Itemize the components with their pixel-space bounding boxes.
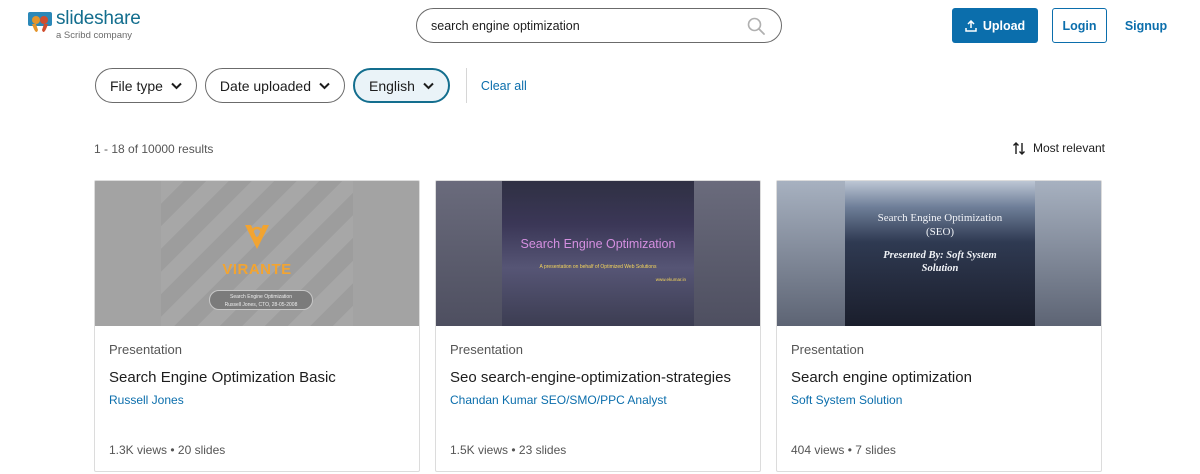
sort-control[interactable]: Most relevant: [1012, 141, 1105, 155]
card-thumbnail[interactable]: Search Engine Optimization (SEO) Present…: [777, 181, 1101, 326]
clear-all-link[interactable]: Clear all: [481, 79, 527, 93]
result-card[interactable]: VIRANTE Search Engine Optimization Russe…: [94, 180, 420, 472]
results-grid: VIRANTE Search Engine Optimization Russe…: [94, 180, 1102, 472]
thumb-title: Search Engine Optimization: [520, 237, 676, 251]
brand-tagline: a Scribd company: [56, 30, 133, 41]
thumb-url: www.ekumar.in: [655, 277, 686, 282]
virante-logo-icon: [245, 225, 269, 249]
card-type: Presentation: [109, 342, 182, 357]
card-thumbnail[interactable]: VIRANTE Search Engine Optimization Russe…: [95, 181, 419, 326]
upload-label: Upload: [982, 18, 1026, 33]
card-title[interactable]: Seo search-engine-optimization-strategie…: [450, 369, 746, 387]
thumb-title: Search Engine Optimization (SEO): [877, 212, 1003, 238]
result-card[interactable]: Search Engine Optimization A presentatio…: [435, 180, 761, 472]
filter-language[interactable]: English: [353, 68, 450, 103]
filter-bar: File type Date uploaded English Clear al…: [95, 68, 527, 103]
card-title[interactable]: Search engine optimization: [791, 369, 1087, 387]
thumb-subtitle: Presented By: Soft System Solution: [883, 250, 997, 274]
filter-file-type-label: File type: [110, 77, 163, 94]
card-title[interactable]: Search Engine Optimization Basic: [109, 369, 405, 387]
chevron-down-icon: [319, 82, 330, 89]
filter-file-type[interactable]: File type: [95, 68, 197, 103]
sort-icon: [1012, 141, 1025, 155]
slideshare-logo-icon: [28, 10, 52, 38]
card-type: Presentation: [450, 342, 523, 357]
chevron-down-icon: [171, 82, 182, 89]
card-author[interactable]: Soft System Solution: [791, 393, 1087, 407]
result-card[interactable]: Search Engine Optimization (SEO) Present…: [776, 180, 1102, 472]
signup-button[interactable]: Signup: [1118, 8, 1174, 43]
filter-language-label: English: [369, 77, 415, 94]
card-meta: 1.5K views • 23 slides: [450, 443, 567, 457]
login-button[interactable]: Login: [1052, 8, 1107, 43]
filter-date-uploaded[interactable]: Date uploaded: [204, 68, 345, 103]
search-input[interactable]: [431, 17, 731, 35]
results-count: 1 - 18 of 10000 results: [94, 142, 214, 156]
thumb-subtitle: A presentation on behalf of Optimized We…: [539, 264, 657, 270]
filter-date-uploaded-label: Date uploaded: [219, 77, 311, 94]
filter-divider: [465, 68, 467, 103]
thumb-caption: Search Engine Optimization Russell Jones…: [209, 290, 313, 310]
search-icon[interactable]: [747, 17, 765, 35]
card-thumbnail[interactable]: Search Engine Optimization A presentatio…: [436, 181, 760, 326]
upload-icon: [965, 19, 977, 32]
card-author[interactable]: Chandan Kumar SEO/SMO/PPC Analyst: [450, 393, 746, 407]
upload-button[interactable]: Upload: [952, 8, 1038, 43]
card-author[interactable]: Russell Jones: [109, 393, 405, 407]
card-meta: 404 views • 7 slides: [791, 443, 896, 457]
brand-name: slideshare: [56, 8, 141, 29]
slideshare-logo[interactable]: slideshare a Scribd company: [28, 8, 141, 42]
card-type: Presentation: [791, 342, 864, 357]
card-meta: 1.3K views • 20 slides: [109, 443, 226, 457]
sort-label: Most relevant: [1032, 141, 1105, 155]
thumb-brand: VIRANTE: [222, 261, 292, 278]
top-header: slideshare a Scribd company Upload Login…: [0, 0, 1200, 52]
search-bar[interactable]: [416, 8, 782, 43]
chevron-down-icon: [423, 82, 434, 89]
